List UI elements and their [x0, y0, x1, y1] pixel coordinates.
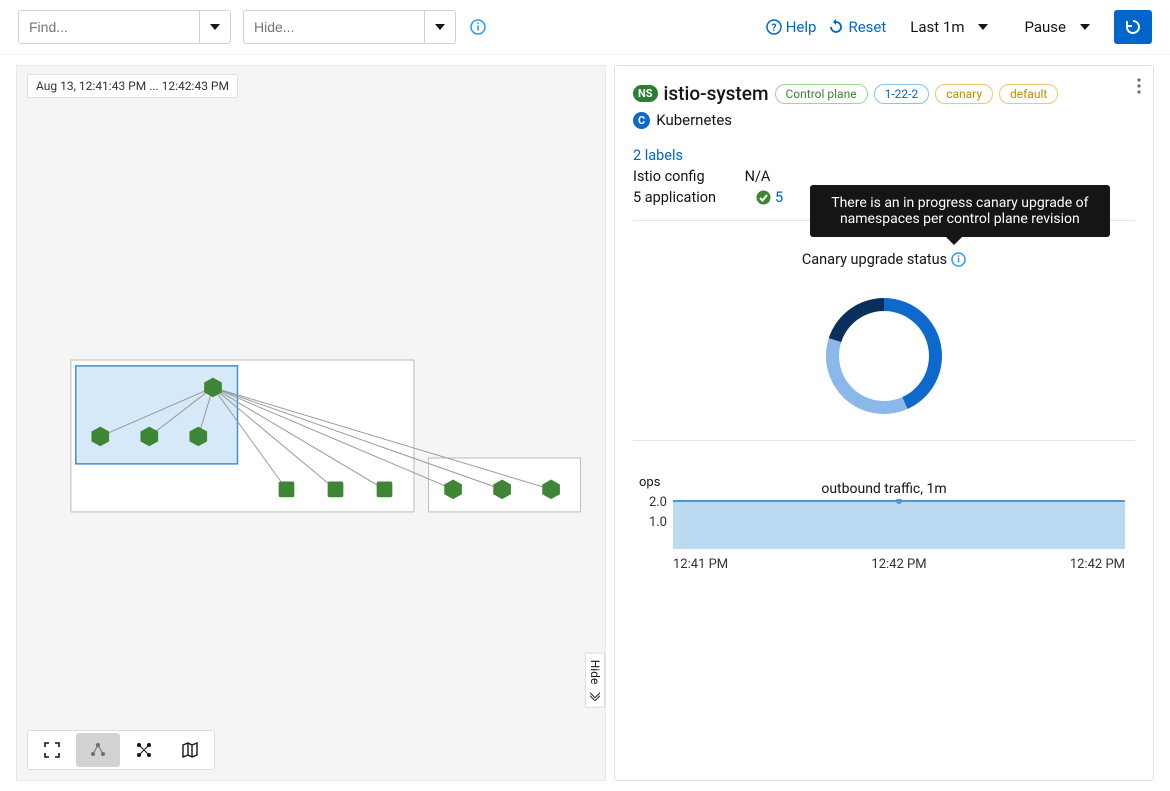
donut-chart [814, 286, 954, 426]
hide-input[interactable] [244, 13, 424, 41]
graph-node[interactable] [328, 482, 344, 498]
cluster-badge: C [633, 112, 650, 129]
kebab-menu[interactable] [1137, 78, 1141, 94]
istio-config-value: N/A [745, 168, 771, 185]
traffic-section: outbound traffic, 1m ops 2.0 1.0 12:41 P… [633, 481, 1135, 589]
canary-section: Canary upgrade status There is an in pro… [633, 231, 1135, 426]
ops-label: ops [639, 475, 660, 490]
layout-2-button[interactable] [122, 733, 166, 767]
y-tick: 2.0 [635, 495, 667, 515]
check-circle-icon [756, 190, 771, 205]
tooltip: There is an in progress canary upgrade o… [810, 185, 1110, 237]
x-tick: 12:42 PM [871, 557, 926, 572]
time-range-label: Last 1m [910, 18, 964, 36]
help-link[interactable]: ? Help [766, 18, 817, 36]
y-tick: 1.0 [635, 515, 667, 535]
cluster-name: Kubernetes [656, 111, 732, 129]
layout-1-button[interactable] [76, 733, 120, 767]
pause-label: Pause [1024, 18, 1066, 36]
pill-control-plane: Control plane [775, 84, 868, 104]
graph-node[interactable] [279, 482, 295, 498]
graph-toolbar [27, 730, 215, 770]
reset-link[interactable]: Reset [828, 18, 886, 36]
side-panel: NS istio-system Control plane 1-22-2 can… [614, 65, 1154, 781]
fit-screen-button[interactable] [30, 733, 74, 767]
find-caret[interactable] [199, 11, 230, 43]
toolbar: ? Help Reset Last 1m Pause [0, 0, 1170, 55]
traffic-chart: ops 2.0 1.0 12:41 PM 12:42 PM 12:42 PM [673, 499, 1125, 589]
find-dropdown[interactable] [18, 10, 231, 44]
application-value[interactable]: 5 [775, 189, 783, 206]
map-button[interactable] [168, 733, 212, 767]
canary-title-row: Canary upgrade status There is an in pro… [802, 251, 966, 268]
x-tick: 12:41 PM [673, 557, 728, 572]
time-range-dropdown[interactable]: Last 1m [898, 12, 1000, 42]
istio-config-label: Istio config [633, 168, 705, 185]
graph-canvas[interactable] [17, 66, 605, 762]
y-axis-labels: 2.0 1.0 [635, 495, 667, 535]
hide-panel-tab[interactable]: Hide [585, 653, 605, 708]
graph-node[interactable] [377, 482, 393, 498]
main: Aug 13, 12:41:43 PM ... 12:42:43 PM [0, 55, 1170, 791]
application-label: 5 application [633, 189, 716, 206]
labels-link[interactable]: 2 labels [633, 147, 1135, 164]
pill-version: 1-22-2 [874, 84, 930, 104]
x-axis-labels: 12:41 PM 12:42 PM 12:42 PM [673, 557, 1125, 572]
reset-label: Reset [848, 18, 886, 36]
refresh-button[interactable] [1114, 10, 1152, 44]
graph-pane[interactable]: Aug 13, 12:41:43 PM ... 12:42:43 PM [16, 65, 606, 781]
hide-caret[interactable] [424, 11, 455, 43]
divider [633, 440, 1135, 441]
x-tick: 12:42 PM [1070, 557, 1125, 572]
pill-default: default [999, 84, 1058, 104]
traffic-title: outbound traffic, 1m [633, 481, 1135, 497]
hide-dropdown[interactable] [243, 10, 456, 44]
panel-title: istio-system [664, 82, 769, 105]
info-icon[interactable] [951, 252, 966, 267]
hide-tab-label: Hide [588, 660, 602, 685]
help-label: Help [786, 18, 817, 36]
info-icon[interactable] [470, 19, 486, 35]
pill-canary: canary [935, 84, 993, 104]
find-input[interactable] [19, 13, 199, 41]
ns-badge: NS [633, 85, 658, 102]
canary-title-text: Canary upgrade status [802, 251, 947, 268]
pause-dropdown[interactable]: Pause [1012, 12, 1102, 42]
panel-header: NS istio-system Control plane 1-22-2 can… [633, 82, 1135, 105]
panel-subheader: C Kubernetes [633, 111, 1135, 129]
svg-text:?: ? [771, 23, 776, 34]
